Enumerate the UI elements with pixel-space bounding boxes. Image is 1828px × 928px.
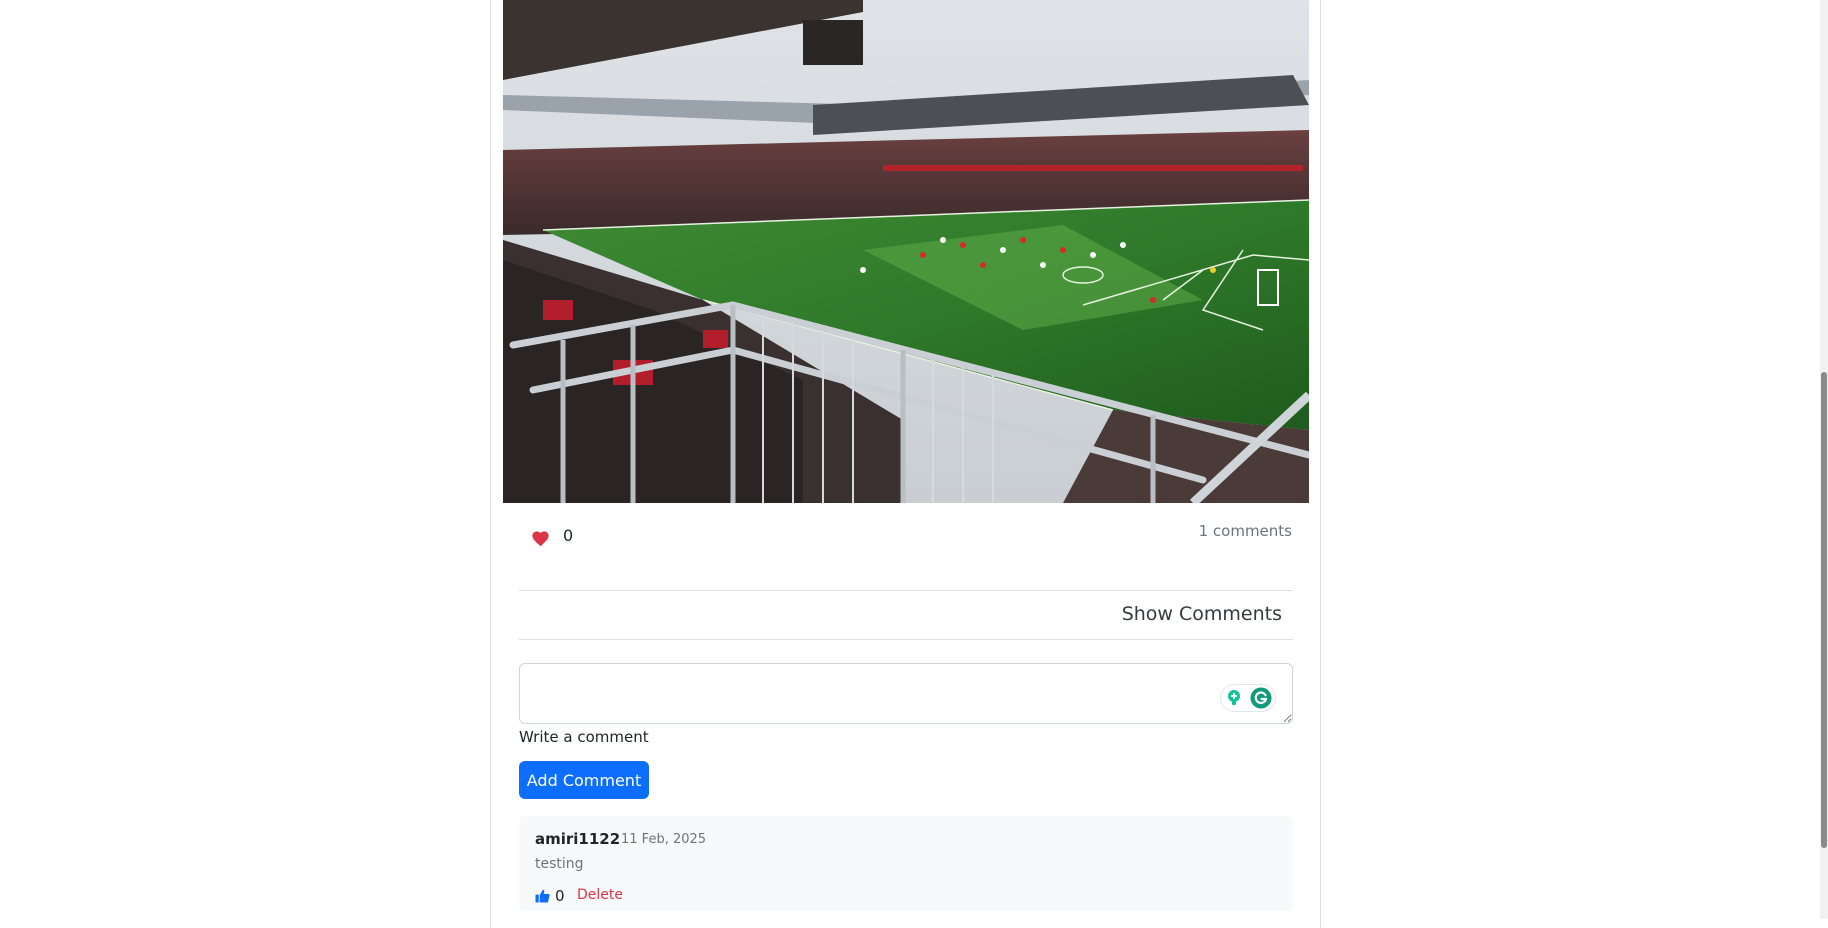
grammarly-widget[interactable] [1221,685,1275,711]
comment-like-count: 0 [555,887,565,905]
show-comments-button[interactable]: Show Comments [1122,601,1282,627]
comment-item: amiri1122 11 Feb, 2025 testing 0 Delete [519,816,1293,911]
comment-label: Write a comment [519,728,649,746]
thumbs-up-icon[interactable] [535,889,550,903]
comment-date: 11 Feb, 2025 [621,832,707,847]
scrollbar-track[interactable] [1820,0,1828,919]
grammarly-icon[interactable] [1250,687,1272,709]
divider [519,639,1293,640]
add-comment-button[interactable]: Add Comment [519,761,649,799]
comment-input[interactable] [519,663,1293,724]
comment-text: testing [535,856,584,872]
post-card: 0 1 comments Show Comments Write a comme… [490,0,1321,928]
like-count: 0 [563,526,574,545]
bulb-icon[interactable] [1225,689,1243,707]
delete-comment-button[interactable]: Delete [577,887,623,903]
post-image [503,0,1309,503]
scrollbar-thumb[interactable] [1821,372,1827,848]
comment-count: 1 comments [1198,522,1292,540]
heart-icon[interactable] [531,530,550,547]
divider [519,590,1293,591]
comment-username[interactable]: amiri1122 [535,830,620,848]
